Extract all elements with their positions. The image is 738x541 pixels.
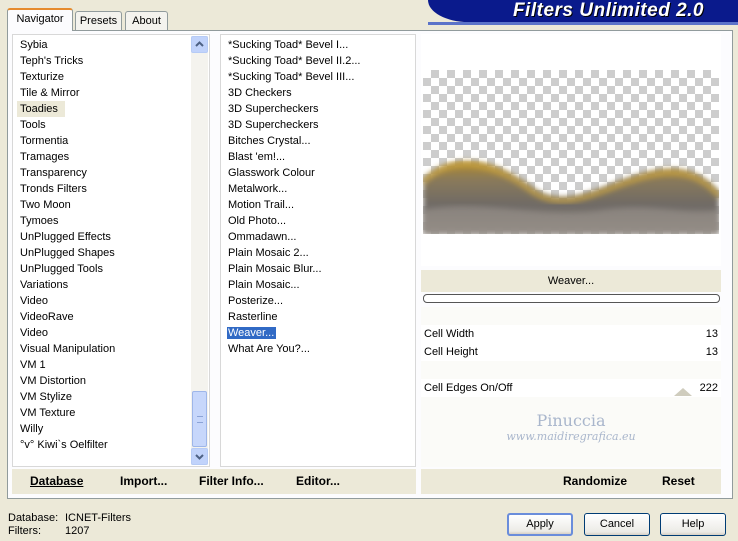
database-button-label: Database — [30, 474, 84, 488]
category-item[interactable]: Transparency — [13, 165, 209, 181]
category-item[interactable]: Sybia — [13, 37, 209, 53]
filter-item[interactable]: Old Photo... — [221, 213, 415, 229]
watermark-url: www.maidiregrafica.eu — [506, 430, 636, 443]
progress-bar — [423, 294, 720, 303]
filter-item[interactable]: *Sucking Toad* Bevel I... — [221, 37, 415, 53]
param-value: 13 — [705, 328, 718, 340]
category-item[interactable]: UnPlugged Tools — [13, 261, 209, 277]
watermark-name: Pinuccia — [536, 411, 606, 430]
filter-list[interactable]: *Sucking Toad* Bevel I... *Sucking Toad*… — [220, 34, 416, 467]
database-value: ICNET-Filters — [65, 512, 131, 524]
tab-navigator[interactable]: Navigator — [7, 8, 73, 31]
tab-presets[interactable]: Presets — [75, 11, 122, 30]
category-scrollbar[interactable] — [191, 36, 208, 465]
title-banner: Filters Unlimited 2.0 — [428, 0, 738, 22]
apply-button[interactable]: Apply — [507, 513, 573, 536]
param-row-empty — [421, 307, 721, 325]
title-banner-strip — [428, 22, 738, 25]
filter-item[interactable]: Metalwork... — [221, 181, 415, 197]
filter-item[interactable]: Blast 'em!... — [221, 149, 415, 165]
filter-info-button[interactable]: Filter Info... — [199, 469, 264, 494]
category-item[interactable]: Teph's Tricks — [13, 53, 209, 69]
category-item[interactable]: VM Stylize — [13, 389, 209, 405]
slider-thumb[interactable] — [674, 388, 692, 396]
category-item[interactable]: VM Texture — [13, 405, 209, 421]
param-label: Cell Height — [424, 346, 478, 358]
scroll-thumb[interactable] — [192, 391, 207, 447]
import-button[interactable]: Import... — [120, 469, 167, 494]
filter-item[interactable]: Ommadawn... — [221, 229, 415, 245]
category-item[interactable]: Two Moon — [13, 197, 209, 213]
filter-item-selected-label: Weaver... — [225, 326, 278, 340]
cancel-button[interactable]: Cancel — [584, 513, 650, 536]
watermark: Pinuccia www.maidiregrafica.eu — [421, 411, 721, 444]
param-row-empty — [421, 451, 721, 467]
filter-item[interactable]: 3D Supercheckers — [221, 117, 415, 133]
param-label: Cell Width — [424, 328, 475, 340]
category-item[interactable]: Tronds Filters — [13, 181, 209, 197]
category-item[interactable]: Tormentia — [13, 133, 209, 149]
scroll-up-button[interactable] — [191, 36, 208, 53]
category-item-selected[interactable]: Toadies — [17, 101, 65, 117]
filter-item[interactable]: Glasswork Colour — [221, 165, 415, 181]
param-row-empty — [421, 361, 721, 379]
param-cell-width[interactable]: Cell Width 13 — [421, 325, 721, 343]
filter-item[interactable]: Plain Mosaic 2... — [221, 245, 415, 261]
category-item[interactable]: UnPlugged Shapes — [13, 245, 209, 261]
category-item[interactable]: Visual Manipulation — [13, 341, 209, 357]
selected-filter-name: Weaver... — [421, 270, 721, 292]
category-item[interactable]: VM 1 — [13, 357, 209, 373]
filter-item[interactable]: *Sucking Toad* Bevel II.2... — [221, 53, 415, 69]
preview-artwork — [423, 161, 719, 234]
filter-item[interactable]: Posterize... — [221, 293, 415, 309]
category-item[interactable]: Tramages — [13, 149, 209, 165]
app-title: Filters Unlimited 2.0 — [512, 0, 704, 21]
category-item[interactable]: Texturize — [13, 69, 209, 85]
editor-button[interactable]: Editor... — [296, 469, 340, 494]
filter-item[interactable]: 3D Checkers — [221, 85, 415, 101]
tab-about[interactable]: About — [125, 11, 168, 30]
filter-item[interactable]: 3D Supercheckers — [221, 101, 415, 117]
help-button[interactable]: Help — [660, 513, 726, 536]
category-item[interactable]: UnPlugged Effects — [13, 229, 209, 245]
param-value: 222 — [699, 382, 718, 394]
chevron-up-icon — [195, 41, 204, 47]
category-list[interactable]: Sybia Teph's Tricks Texturize Tile & Mir… — [12, 34, 210, 467]
param-value: 13 — [705, 346, 718, 358]
category-item[interactable]: Willy — [13, 421, 209, 437]
category-item[interactable]: Tools — [13, 117, 209, 133]
chevron-down-icon — [195, 454, 204, 460]
database-label: Database: — [8, 512, 59, 524]
filter-item[interactable]: Plain Mosaic Blur... — [221, 261, 415, 277]
grip-icon — [197, 416, 203, 423]
filters-count: 1207 — [65, 525, 90, 537]
reset-button[interactable]: Reset — [662, 469, 695, 494]
database-button[interactable]: Database — [30, 469, 83, 494]
category-item[interactable]: Tile & Mirror — [13, 85, 209, 101]
category-item[interactable]: Variations — [13, 277, 209, 293]
filters-label: Filters: — [8, 525, 41, 537]
filter-item[interactable]: Bitches Crystal... — [221, 133, 415, 149]
category-item[interactable]: VM Distortion — [13, 373, 209, 389]
category-item[interactable]: Video — [13, 293, 209, 309]
preview-image — [423, 70, 719, 234]
param-label: Cell Edges On/Off — [424, 382, 513, 394]
filter-item[interactable]: Rasterline — [221, 309, 415, 325]
scroll-down-button[interactable] — [191, 448, 208, 465]
param-cell-height[interactable]: Cell Height 13 — [421, 343, 721, 361]
filter-item[interactable]: Plain Mosaic... — [221, 277, 415, 293]
category-item[interactable]: VideoRave — [13, 309, 209, 325]
category-item[interactable]: °v° Kiwi`s Oelfilter — [13, 437, 209, 453]
parameter-panel: Cell Width 13 Cell Height 13 Cell Edges … — [421, 307, 721, 467]
randomize-button[interactable]: Randomize — [563, 469, 627, 494]
filter-item[interactable]: Motion Trail... — [221, 197, 415, 213]
category-item[interactable]: Vidеo — [13, 325, 209, 341]
filter-item[interactable]: What Are You?... — [221, 341, 415, 357]
filter-item[interactable]: *Sucking Toad* Bevel III... — [221, 69, 415, 85]
category-item[interactable]: Tymoes — [13, 213, 209, 229]
filter-item-selected[interactable]: Weaver... — [221, 325, 415, 341]
